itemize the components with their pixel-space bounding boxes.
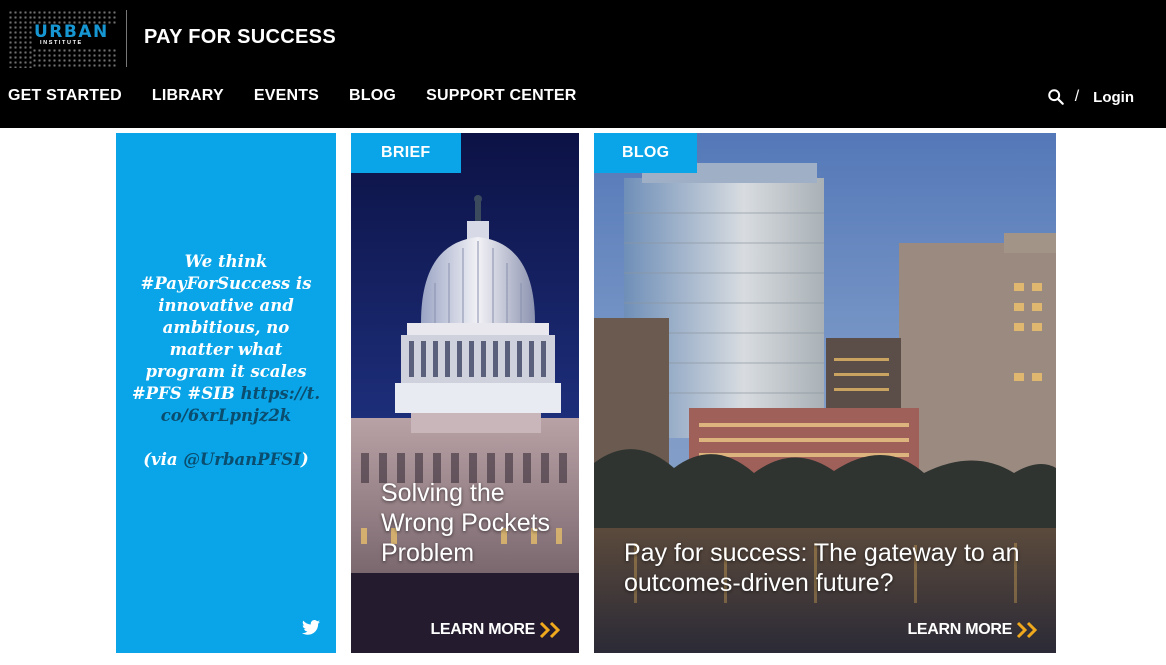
- tweet-text: We think #PayForSuccess is innovative an…: [130, 251, 322, 471]
- logo-dot-pattern-bottom: [32, 48, 116, 68]
- double-chevron-right-icon: [1016, 621, 1038, 639]
- search-icon[interactable]: [1047, 88, 1065, 106]
- urban-institute-logo[interactable]: URBAN INSTITUTE: [8, 10, 116, 68]
- logo-subtext: INSTITUTE: [40, 40, 83, 46]
- twitter-icon[interactable]: [302, 620, 320, 635]
- utility-separator: /: [1074, 88, 1080, 105]
- header-divider: [126, 10, 127, 67]
- login-link[interactable]: Login: [1093, 89, 1134, 106]
- main-nav: GET STARTED LIBRARY EVENTS BLOG SUPPORT …: [8, 87, 606, 105]
- logo-wordmark: URBAN: [34, 22, 109, 42]
- tweet-via: (via: [143, 450, 178, 469]
- tweet-handle[interactable]: @UrbanPFSI: [183, 450, 301, 469]
- tweet-via-close: ): [300, 450, 309, 469]
- brief-headline[interactable]: Solving the Wrong Pockets Problem: [381, 478, 571, 568]
- double-chevron-right-icon: [539, 621, 561, 639]
- blog-card[interactable]: BLOG Pay for success: The gateway to an …: [594, 133, 1056, 653]
- header-utilities: / Login: [1047, 88, 1134, 106]
- tweet-body: We think #PayForSuccess is innovative an…: [131, 252, 312, 403]
- nav-blog[interactable]: BLOG: [349, 87, 396, 105]
- nav-library[interactable]: LIBRARY: [152, 87, 224, 105]
- brief-tag: BRIEF: [351, 133, 461, 173]
- brief-card[interactable]: BRIEF Solving the Wrong Pockets Problem …: [351, 133, 579, 653]
- learn-more-label: LEARN MORE: [907, 621, 1012, 638]
- capitol-dome-image: [351, 133, 579, 653]
- nav-support-center[interactable]: SUPPORT CENTER: [426, 87, 576, 105]
- learn-more-label: LEARN MORE: [430, 621, 535, 638]
- blog-headline[interactable]: Pay for success: The gateway to an outco…: [624, 538, 1044, 598]
- logo-dot-pattern: [8, 10, 32, 68]
- blog-tag: BLOG: [594, 133, 698, 173]
- twitter-card[interactable]: We think #PayForSuccess is innovative an…: [116, 133, 336, 653]
- nav-get-started[interactable]: GET STARTED: [8, 87, 122, 105]
- brief-learn-more-link[interactable]: LEARN MORE: [430, 621, 563, 639]
- blog-learn-more-link[interactable]: LEARN MORE: [907, 621, 1040, 639]
- site-header: URBAN INSTITUTE PAY FOR SUCCESS GET STAR…: [0, 0, 1166, 128]
- site-title[interactable]: PAY FOR SUCCESS: [144, 26, 336, 49]
- nav-events[interactable]: EVENTS: [254, 87, 319, 105]
